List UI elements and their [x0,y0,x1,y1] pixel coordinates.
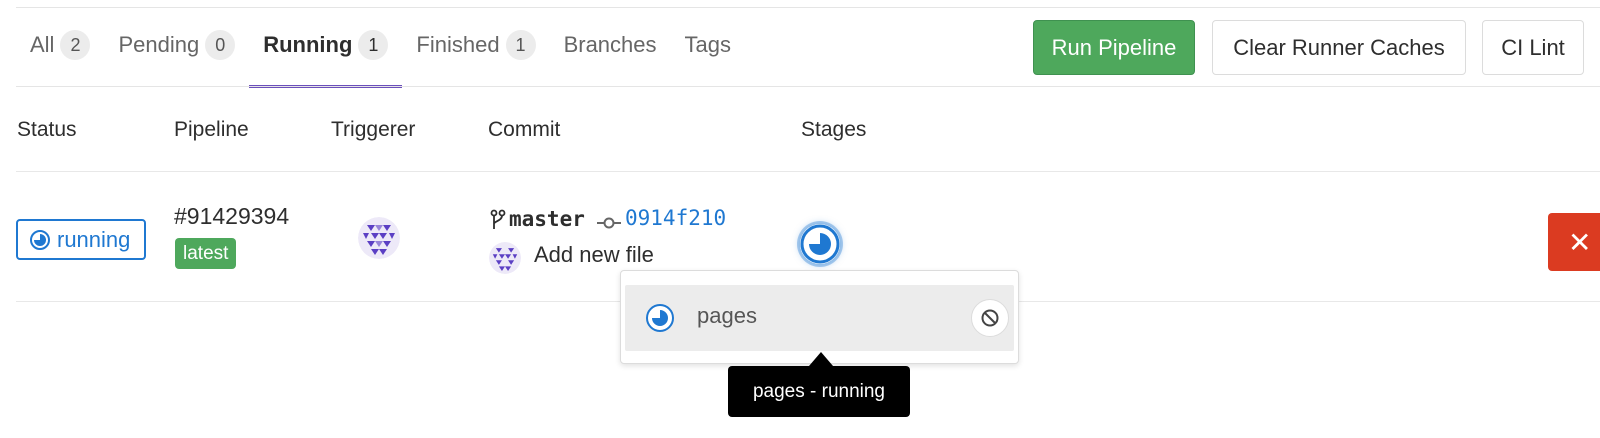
commit-sha-link[interactable]: 0914f210 [625,206,726,230]
tab-all[interactable]: All 2 [16,20,104,86]
tooltip-arrow [809,352,833,366]
table-row-divider [16,171,1600,172]
clear-runner-caches-button[interactable]: Clear Runner Caches [1212,20,1466,75]
run-pipeline-button[interactable]: Run Pipeline [1033,20,1195,75]
top-divider [16,7,1600,8]
column-header-triggerer: Triggerer [331,118,416,141]
column-header-stages: Stages [801,118,867,141]
cancel-icon [981,309,999,327]
column-header-status: Status [17,118,77,141]
cancel-job-button[interactable] [971,299,1009,337]
status-running-icon [646,304,674,332]
tab-count: 0 [205,30,236,60]
status-running-icon [30,229,50,250]
tab-label: Branches [563,32,657,57]
tab-label: All [30,32,55,57]
commit-icon [597,217,621,229]
tab-running[interactable]: Running 1 [249,20,403,88]
branch-link[interactable]: master [509,207,585,231]
column-header-commit: Commit [488,118,561,141]
commit-title-link[interactable]: Add new file [534,242,654,268]
tab-count: 1 [505,30,536,60]
tab-count: 1 [358,30,389,60]
job-tooltip: pages - running [728,366,910,417]
tab-count: 2 [60,30,91,60]
tab-branches[interactable]: Branches [550,20,671,86]
close-icon: ✕ [1568,226,1592,258]
tab-finished[interactable]: Finished 1 [402,20,549,86]
pipeline-tabs: All 2 Pending 0 Running 1 Finished 1 Bra… [16,20,745,88]
job-name: pages [697,303,757,328]
fork-icon [490,209,506,229]
tab-label: Finished [416,32,500,57]
cancel-pipeline-button[interactable]: ✕ [1548,213,1600,271]
latest-badge: latest [175,238,237,269]
tabs-divider [16,86,1600,87]
job-item-pages[interactable]: pages [625,285,1014,351]
stage-dropdown: pages [620,270,1019,364]
tab-label: Running [263,32,353,57]
status-badge[interactable]: running [16,219,146,260]
status-label: running [57,226,131,252]
avatar[interactable] [358,217,400,259]
tab-pending[interactable]: Pending 0 [104,20,249,86]
column-header-pipeline: Pipeline [174,118,249,141]
stage-running-button[interactable] [800,224,840,264]
status-running-icon [800,224,840,264]
tab-tags[interactable]: Tags [671,20,745,86]
tab-label: Tags [684,32,731,57]
pipeline-id-link[interactable]: #91429394 [174,203,289,230]
ci-lint-button[interactable]: CI Lint [1482,20,1584,75]
tab-label: Pending [118,32,200,57]
avatar[interactable] [489,242,521,274]
